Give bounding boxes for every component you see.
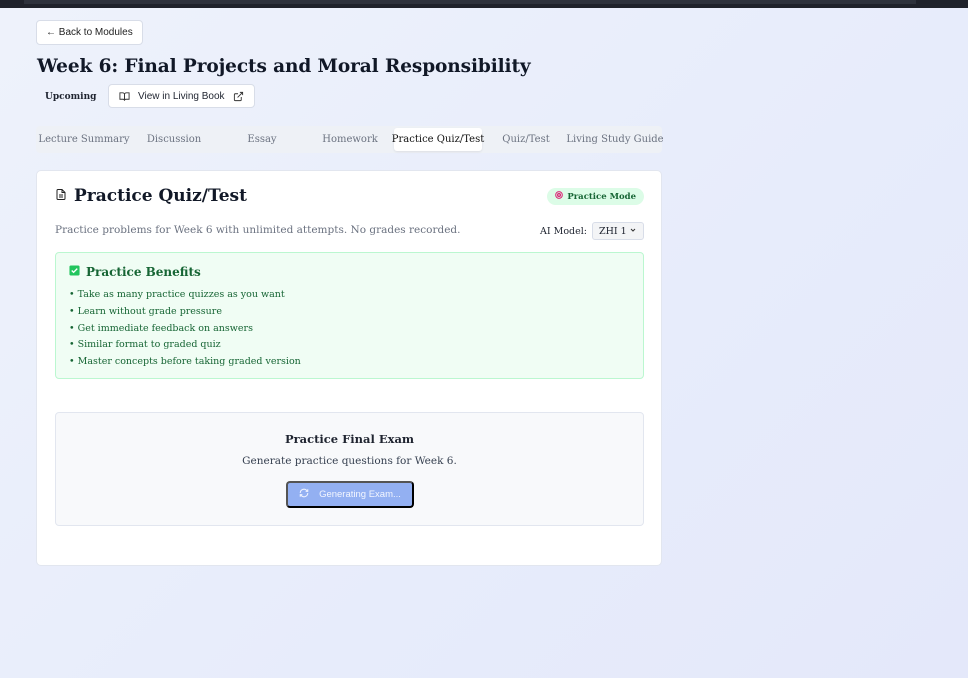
view-in-living-book-button[interactable]: View in Living Book <box>108 84 255 108</box>
tab-discussion[interactable]: Discussion <box>130 128 218 151</box>
practice-mode-label: Practice Mode <box>567 191 636 202</box>
tab-practice-quiz[interactable]: Practice Quiz/Test <box>392 128 484 151</box>
practice-mode-badge: Practice Mode <box>547 188 644 205</box>
top-bar <box>0 0 968 8</box>
status-badge: Upcoming <box>45 91 97 102</box>
chevron-down-icon <box>629 226 637 237</box>
tab-quiz-test[interactable]: Quiz/Test <box>482 128 570 151</box>
generating-exam-label: Generating Exam... <box>319 489 401 500</box>
tab-lecture-summary[interactable]: Lecture Summary <box>38 128 130 151</box>
list-item: • Similar format to graded quiz <box>69 339 221 351</box>
back-to-modules-button[interactable]: ← Back to Modules <box>36 20 143 45</box>
ai-model-select[interactable]: ZHI 1 <box>592 222 644 240</box>
check-square-icon <box>69 265 80 279</box>
tab-homework[interactable]: Homework <box>306 128 394 151</box>
tab-living-study-guide[interactable]: Living Study Guide <box>566 128 663 151</box>
target-icon <box>555 191 564 202</box>
tab-essay[interactable]: Essay <box>218 128 306 151</box>
list-item: • Get immediate feedback on answers <box>69 322 253 334</box>
practice-exam-panel: Practice Final Exam Generate practice qu… <box>55 412 644 526</box>
card-subtitle: Practice problems for Week 6 with unlimi… <box>55 224 461 236</box>
living-book-label: View in Living Book <box>138 90 225 102</box>
module-tabs: Lecture Summary Discussion Essay Homewor… <box>36 126 664 153</box>
benefits-list: • Take as many practice quizzes as you w… <box>69 287 301 371</box>
card-title-text: Practice Quiz/Test <box>74 186 247 206</box>
card-title: Practice Quiz/Test <box>55 186 247 206</box>
benefits-title: Practice Benefits <box>69 265 201 279</box>
document-icon <box>55 186 67 206</box>
generating-exam-button[interactable]: Generating Exam... <box>286 481 414 508</box>
exam-description: Generate practice questions for Week 6. <box>242 455 457 467</box>
book-open-icon <box>119 91 130 102</box>
page-title: Week 6: Final Projects and Moral Respons… <box>37 56 531 77</box>
practice-benefits-panel: Practice Benefits • Take as many practic… <box>55 252 644 379</box>
refresh-icon <box>299 488 309 501</box>
exam-title: Practice Final Exam <box>284 432 415 446</box>
external-link-icon <box>233 91 244 102</box>
list-item: • Learn without grade pressure <box>69 305 222 317</box>
ai-model-value: ZHI 1 <box>599 225 627 237</box>
ai-model-picker: AI Model: ZHI 1 <box>540 222 644 240</box>
benefits-title-text: Practice Benefits <box>86 265 201 279</box>
back-label: ← Back to Modules <box>46 27 133 38</box>
list-item: • Take as many practice quizzes as you w… <box>69 289 285 300</box>
practice-quiz-card: Practice Quiz/Test Practice Mode Practic… <box>36 170 662 566</box>
ai-model-label: AI Model: <box>539 225 587 237</box>
list-item: • Master concepts before taking graded v… <box>69 356 301 368</box>
